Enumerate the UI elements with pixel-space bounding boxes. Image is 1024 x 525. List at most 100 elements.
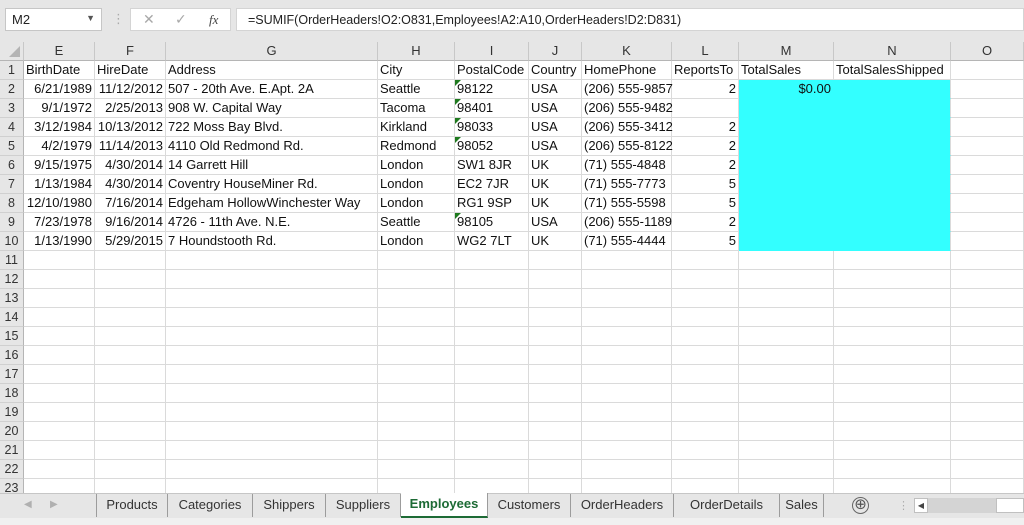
cell-h9[interactable]: Seattle	[378, 213, 455, 232]
cell-o14[interactable]	[951, 308, 1024, 327]
name-box[interactable]: M2 ▼	[5, 8, 102, 31]
cell-e21[interactable]	[24, 441, 95, 460]
cell-e17[interactable]	[24, 365, 95, 384]
cell-g21[interactable]	[166, 441, 378, 460]
row-header-4[interactable]: 4	[0, 118, 24, 137]
cell-j12[interactable]	[529, 270, 582, 289]
cell-i1[interactable]: PostalCode	[455, 61, 529, 80]
cell-h11[interactable]	[378, 251, 455, 270]
cell-f7[interactable]: 4/30/2014	[95, 175, 166, 194]
cell-j3[interactable]: USA	[529, 99, 582, 118]
column-header-k[interactable]: K	[582, 42, 672, 61]
cell-i9[interactable]: 98105	[455, 213, 529, 232]
cell-f12[interactable]	[95, 270, 166, 289]
cell-m15[interactable]	[739, 327, 834, 346]
row-header-1[interactable]: 1	[0, 61, 24, 80]
cell-f6[interactable]: 4/30/2014	[95, 156, 166, 175]
scroll-left-icon[interactable]: ◀	[914, 498, 928, 513]
cell-n10[interactable]	[834, 232, 951, 251]
row-header-5[interactable]: 5	[0, 137, 24, 156]
cell-g20[interactable]	[166, 422, 378, 441]
cell-n14[interactable]	[834, 308, 951, 327]
cell-n22[interactable]	[834, 460, 951, 479]
cell-o19[interactable]	[951, 403, 1024, 422]
row-header-23[interactable]: 23	[0, 479, 24, 493]
cell-i7[interactable]: EC2 7JR	[455, 175, 529, 194]
cell-l10[interactable]: 5	[672, 232, 739, 251]
cell-k1[interactable]: HomePhone	[582, 61, 672, 80]
cell-h13[interactable]	[378, 289, 455, 308]
row-header-18[interactable]: 18	[0, 384, 24, 403]
cell-j20[interactable]	[529, 422, 582, 441]
cell-m3[interactable]	[739, 99, 834, 118]
cell-g5[interactable]: 4110 Old Redmond Rd.	[166, 137, 378, 156]
cell-i13[interactable]	[455, 289, 529, 308]
cell-f16[interactable]	[95, 346, 166, 365]
cell-f20[interactable]	[95, 422, 166, 441]
cell-o20[interactable]	[951, 422, 1024, 441]
cell-m20[interactable]	[739, 422, 834, 441]
cell-o10[interactable]	[951, 232, 1024, 251]
cell-m13[interactable]	[739, 289, 834, 308]
cell-e1[interactable]: BirthDate	[24, 61, 95, 80]
cell-e7[interactable]: 1/13/1984	[24, 175, 95, 194]
cell-h10[interactable]: London	[378, 232, 455, 251]
horizontal-scrollbar[interactable]: ◀	[914, 498, 1024, 513]
cell-k9[interactable]: (206) 555-1189	[582, 213, 672, 232]
cell-k11[interactable]	[582, 251, 672, 270]
sheet-tab-customers[interactable]: Customers	[488, 494, 571, 517]
cell-n9[interactable]	[834, 213, 951, 232]
insert-function-icon[interactable]: fx	[209, 12, 218, 28]
cell-f13[interactable]	[95, 289, 166, 308]
row-header-7[interactable]: 7	[0, 175, 24, 194]
cell-e6[interactable]: 9/15/1975	[24, 156, 95, 175]
cell-o8[interactable]	[951, 194, 1024, 213]
sheet-tab-categories[interactable]: Categories	[168, 494, 253, 517]
cell-m23[interactable]	[739, 479, 834, 493]
sheet-tab-suppliers[interactable]: Suppliers	[326, 494, 401, 517]
row-header-20[interactable]: 20	[0, 422, 24, 441]
cell-j1[interactable]: Country	[529, 61, 582, 80]
cell-g10[interactable]: 7 Houndstooth Rd.	[166, 232, 378, 251]
row-header-21[interactable]: 21	[0, 441, 24, 460]
cell-o1[interactable]	[951, 61, 1024, 80]
cell-n13[interactable]	[834, 289, 951, 308]
cell-h2[interactable]: Seattle	[378, 80, 455, 99]
cell-k23[interactable]	[582, 479, 672, 493]
cell-n19[interactable]	[834, 403, 951, 422]
column-header-h[interactable]: H	[378, 42, 455, 61]
cell-g9[interactable]: 4726 - 11th Ave. N.E.	[166, 213, 378, 232]
cell-f22[interactable]	[95, 460, 166, 479]
cell-o5[interactable]	[951, 137, 1024, 156]
drag-handle-icon[interactable]: ⋮	[112, 11, 125, 27]
cell-k14[interactable]	[582, 308, 672, 327]
cell-i21[interactable]	[455, 441, 529, 460]
cell-g4[interactable]: 722 Moss Bay Blvd.	[166, 118, 378, 137]
cell-h18[interactable]	[378, 384, 455, 403]
cell-f1[interactable]: HireDate	[95, 61, 166, 80]
cell-o3[interactable]	[951, 99, 1024, 118]
cell-m18[interactable]	[739, 384, 834, 403]
cell-g15[interactable]	[166, 327, 378, 346]
cell-i18[interactable]	[455, 384, 529, 403]
cell-o9[interactable]	[951, 213, 1024, 232]
cell-k4[interactable]: (206) 555-3412	[582, 118, 673, 137]
cell-m21[interactable]	[739, 441, 834, 460]
cell-g6[interactable]: 14 Garrett Hill	[166, 156, 378, 175]
cell-f3[interactable]: 2/25/2013	[95, 99, 166, 118]
cell-j21[interactable]	[529, 441, 582, 460]
sheet-tab-sales[interactable]: Sales	[780, 494, 824, 517]
cell-i16[interactable]	[455, 346, 529, 365]
cell-j7[interactable]: UK	[529, 175, 582, 194]
cell-m17[interactable]	[739, 365, 834, 384]
sheet-tab-orderdetails[interactable]: OrderDetails	[674, 494, 780, 517]
cell-g14[interactable]	[166, 308, 378, 327]
cell-k10[interactable]: (71) 555-4444	[582, 232, 672, 251]
cell-i2[interactable]: 98122	[455, 80, 529, 99]
column-header-n[interactable]: N	[834, 42, 951, 61]
cell-g17[interactable]	[166, 365, 378, 384]
cell-j13[interactable]	[529, 289, 582, 308]
cell-g11[interactable]	[166, 251, 378, 270]
cell-e19[interactable]	[24, 403, 95, 422]
cell-f10[interactable]: 5/29/2015	[95, 232, 166, 251]
